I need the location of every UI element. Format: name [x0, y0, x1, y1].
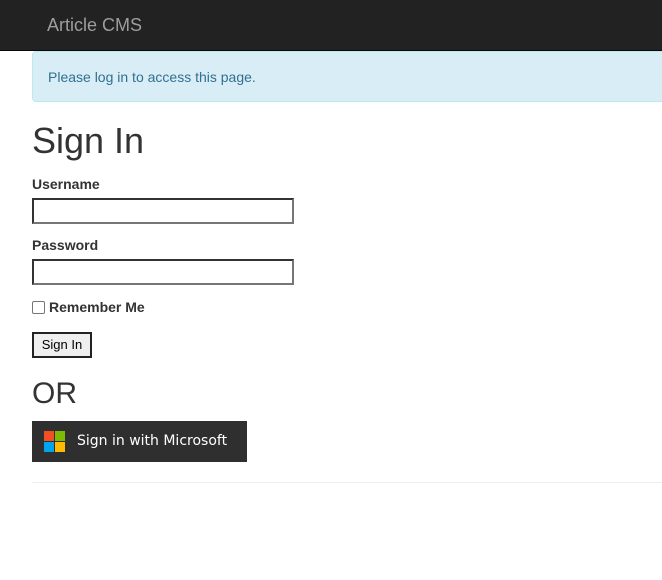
username-label: Username	[32, 176, 100, 192]
remember-me-label: Remember Me	[49, 299, 145, 315]
microsoft-sign-in-label: Sign in with Microsoft	[77, 433, 228, 449]
info-alert: Please log in to access this page.	[32, 51, 662, 102]
password-label: Password	[32, 237, 99, 253]
brand-link[interactable]: Article CMS	[47, 15, 142, 35]
password-input[interactable]	[32, 259, 294, 285]
username-input[interactable]	[32, 198, 294, 224]
remember-me-checkbox[interactable]	[32, 300, 45, 314]
remember-me[interactable]: Remember Me	[32, 298, 145, 316]
sign-in-button[interactable]: Sign In	[32, 332, 92, 358]
page-title: Sign In	[32, 120, 145, 161]
navbar: Article CMS	[0, 0, 662, 51]
microsoft-logo-icon	[44, 431, 65, 452]
or-separator: OR	[32, 377, 77, 410]
divider	[32, 482, 662, 483]
microsoft-sign-in-button[interactable]: Sign in with Microsoft	[32, 421, 247, 462]
